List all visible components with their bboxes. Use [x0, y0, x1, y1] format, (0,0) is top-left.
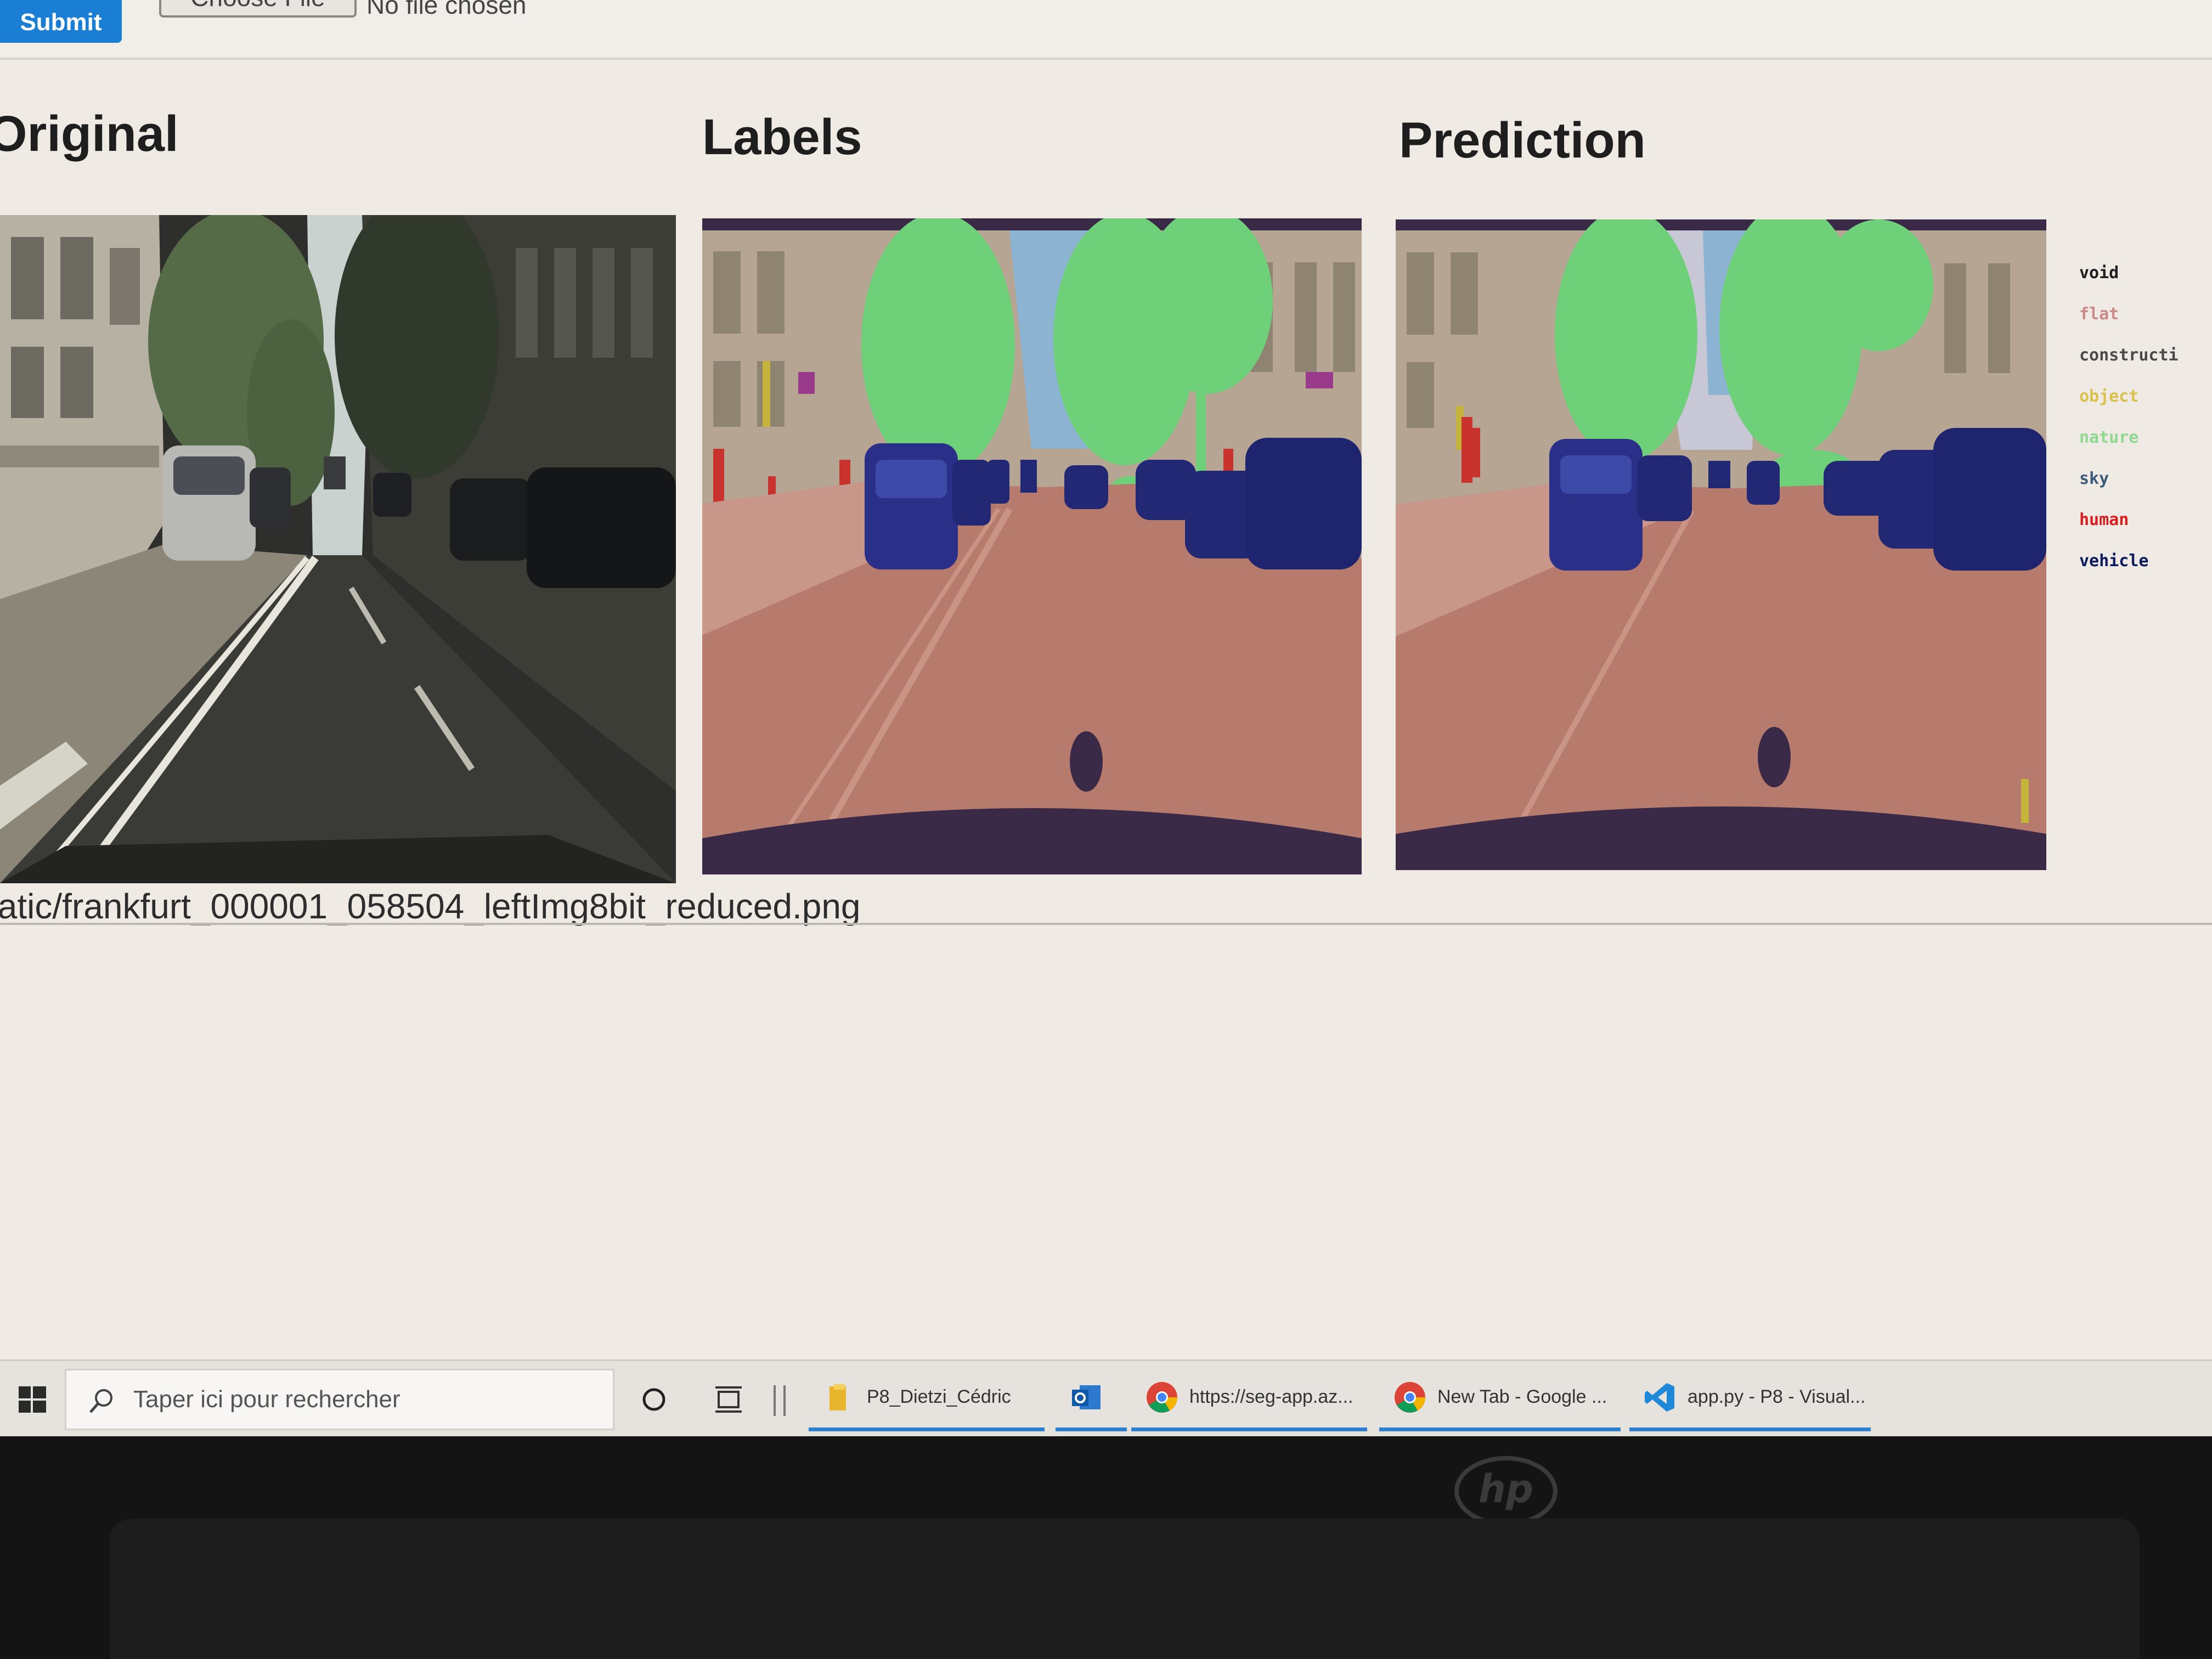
folder-icon	[830, 1384, 846, 1410]
image-filename: tatic/frankfurt_000001_058504_leftImg8bi…	[0, 887, 861, 926]
outlook-icon	[1072, 1385, 1101, 1409]
monitor-chin	[110, 1519, 2140, 1659]
taskbar-separator	[774, 1385, 786, 1416]
submit-button[interactable]: Submit	[0, 0, 122, 43]
taskbar-app-label: P8_Dietzi_Cédric	[867, 1386, 1011, 1407]
file-status-text: No file chosen	[366, 0, 527, 19]
legend-item-sky: sky	[2079, 469, 2109, 488]
hp-logo-icon: hp	[1454, 1456, 1558, 1519]
legend-item-human: human	[2079, 510, 2129, 529]
taskbar-app-label: New Tab - Google ...	[1437, 1386, 1607, 1407]
chrome-icon	[1147, 1381, 1177, 1413]
legend-item-flat: flat	[2079, 304, 2119, 324]
taskbar-app-chrome-seg-app[interactable]: https://seg-app.az...	[1131, 1367, 1367, 1431]
taskbar-app-chrome-new-tab[interactable]: New Tab - Google ...	[1379, 1367, 1621, 1431]
chrome-icon	[1395, 1381, 1425, 1413]
legend-item-void: void	[2079, 263, 2119, 283]
legend-item-vehicle: vehicle	[2079, 551, 2149, 571]
labels-heading: Labels	[702, 109, 862, 165]
vscode-icon	[1645, 1383, 1674, 1412]
divider	[0, 923, 2212, 925]
windows-start-icon[interactable]	[11, 1378, 55, 1421]
windows-taskbar: Taper ici pour rechercher P8_Dietzi_Cédr…	[0, 1359, 2212, 1438]
original-image	[0, 215, 676, 883]
legend-item-object: object	[2079, 387, 2139, 406]
legend-item-construction: constructi	[2079, 346, 2179, 365]
class-legend: void flat constructi object nature sky h…	[2079, 252, 2212, 582]
taskbar-app-explorer[interactable]: P8_Dietzi_Cédric	[809, 1367, 1045, 1431]
legend-item-nature: nature	[2079, 428, 2139, 447]
search-icon	[89, 1389, 112, 1413]
taskbar-app-outlook[interactable]	[1056, 1367, 1127, 1431]
cortana-icon[interactable]	[636, 1382, 672, 1417]
task-view-icon[interactable]	[711, 1382, 746, 1417]
upload-form: Submit Choose File No file chosen	[0, 0, 2212, 60]
original-heading: Original	[0, 106, 179, 162]
labels-segmentation-image	[702, 218, 1362, 874]
taskbar-search-box[interactable]: Taper ici pour rechercher	[65, 1369, 614, 1430]
svg-text:hp: hp	[1479, 1466, 1533, 1511]
prediction-heading: Prediction	[1399, 112, 1646, 168]
monitor-bezel: hp	[0, 1436, 2212, 1659]
search-placeholder: Taper ici pour rechercher	[133, 1386, 400, 1413]
prediction-segmentation-image	[1396, 219, 2046, 870]
taskbar-app-label: https://seg-app.az...	[1189, 1386, 1353, 1407]
choose-file-button[interactable]: Choose File	[159, 0, 357, 18]
taskbar-app-label: app.py - P8 - Visual...	[1688, 1386, 1866, 1407]
taskbar-app-vscode[interactable]: app.py - P8 - Visual...	[1629, 1367, 1871, 1431]
